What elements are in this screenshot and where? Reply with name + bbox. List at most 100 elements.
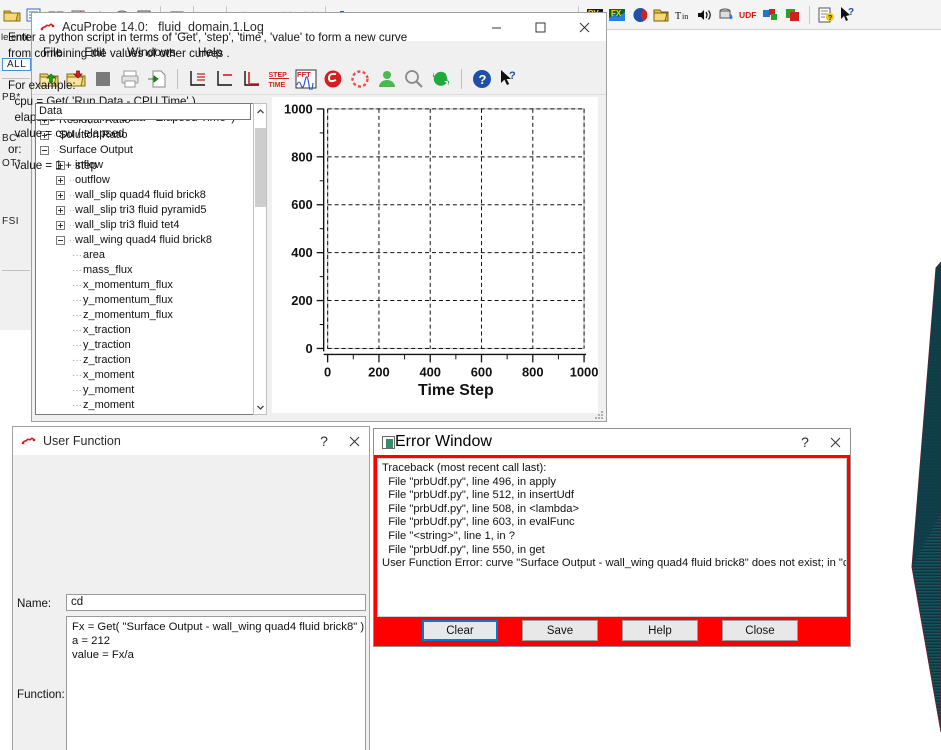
tree-leaf-connector-icon: ··· (72, 295, 82, 306)
tree-item[interactable]: ··· z_moment (36, 398, 266, 413)
tree-expand-icon[interactable] (56, 206, 65, 215)
multi-icon[interactable] (761, 5, 781, 25)
tree-item[interactable]: ·· wall_slip tri3 fluid tet4 (36, 218, 266, 233)
svg-text:T: T (675, 11, 681, 22)
acuprobe-icon (21, 434, 36, 449)
svg-text:UDF: UDF (739, 10, 756, 20)
tree-leaf-connector-icon: ··· (72, 250, 82, 261)
tree-item[interactable]: ·· wall_slip tri3 fluid pyramid5 (36, 203, 266, 218)
fx-icon[interactable]: FX (607, 5, 627, 25)
tree-item-label: wall_wing quad4 fluid brick8 (75, 234, 212, 246)
error-window[interactable]: Error Window ? Traceback (most recent ca… (373, 428, 851, 647)
help-button[interactable]: Help (622, 620, 698, 641)
scroll-down-arrow-icon[interactable] (254, 400, 266, 414)
layers-icon[interactable] (783, 5, 803, 25)
name-label: Name: (17, 597, 52, 610)
tree-item-label: y_momentum_flux (83, 294, 173, 306)
svg-text:?: ? (848, 7, 854, 18)
wing-mesh-3d (911, 262, 941, 733)
tree-item[interactable]: ··· x_moment (36, 368, 266, 383)
svg-text:FX: FX (611, 9, 622, 18)
tree-leaf-connector-icon: ··· (72, 325, 82, 336)
acuprobe-minimize-button[interactable] (474, 13, 518, 41)
clear-button[interactable]: Clear (422, 620, 498, 641)
folder-open-icon[interactable] (651, 5, 671, 25)
tree-item-label: z_moment (83, 399, 135, 411)
help-icon[interactable]: ? (471, 68, 493, 90)
acuprobe-close-button[interactable] (562, 13, 606, 41)
tree-item-label: x_momentum_flux (83, 279, 173, 291)
function-input[interactable]: Fx = Get( "Surface Output - wall_wing qu… (66, 616, 366, 750)
tree-item-label: wall_slip quad4 fluid brick8 (75, 189, 206, 201)
tree-item-label: z_traction (83, 354, 131, 366)
user-function-title: User Function (43, 434, 121, 448)
tree-item-label: y_moment (83, 384, 135, 396)
speaker-icon[interactable] (695, 5, 715, 25)
x-tick-label: 1000 (570, 364, 598, 379)
tree-leaf-connector-icon: ··· (72, 310, 82, 321)
svg-text:in: in (682, 12, 688, 21)
error-window-buttons: Clear Save Help Close (374, 620, 850, 641)
tree-item[interactable]: ··· mass_flux (36, 263, 266, 278)
window-resize-grip[interactable] (592, 407, 604, 419)
tree-expand-icon[interactable] (56, 191, 65, 200)
error-traceback-text[interactable]: Traceback (most recent call last): File … (377, 458, 847, 617)
c-icon[interactable] (629, 5, 649, 25)
tree-expand-icon[interactable] (56, 221, 65, 230)
tree-leaf-connector-icon: ··· (72, 370, 82, 381)
tree-item[interactable]: ··· z_traction (36, 353, 266, 368)
tree-item[interactable]: ··· x_momentum_flux (36, 278, 266, 293)
tree-item-label: area (83, 249, 106, 261)
tree-expand-icon[interactable] (56, 176, 65, 185)
user-function-close-button[interactable] (339, 427, 369, 455)
tree-collapse-icon[interactable] (56, 236, 65, 245)
tree-item[interactable]: ·· wall_slip quad4 fluid brick8 (36, 188, 266, 203)
entity-filter-fsi[interactable]: FSI (2, 216, 19, 227)
tree-leaf-connector-icon: ··· (72, 385, 82, 396)
user-icon[interactable] (376, 68, 398, 90)
tree-item-label: wall_slip tri3 fluid pyramid5 (75, 204, 207, 216)
function-label: Function: (17, 688, 65, 701)
x-tick-label: 600 (471, 364, 493, 379)
zoom-icon[interactable] (403, 68, 425, 90)
help-doc-icon[interactable]: ? (816, 5, 836, 25)
user-function-titlebar[interactable]: User Function ? (13, 427, 369, 455)
y-tick-label: 0 (306, 341, 313, 356)
user-function-description: Enter a python script in terms of 'Get',… (8, 31, 407, 172)
tree-item[interactable]: ··· y_moment (36, 383, 266, 398)
y-tick-label: 600 (291, 197, 313, 212)
save-button[interactable]: Save (522, 620, 598, 641)
toolbar-separator (461, 68, 462, 89)
tree-item[interactable]: ··· area (36, 248, 266, 263)
drop-icon[interactable] (717, 5, 737, 25)
refresh-icon[interactable] (430, 68, 452, 90)
error-window-titlebar[interactable]: Error Window ? (374, 429, 850, 455)
svg-text:?: ? (479, 72, 487, 87)
error-help-button[interactable]: ? (790, 429, 820, 455)
name-input[interactable]: cd (66, 594, 366, 611)
udf-icon[interactable]: UDF (739, 5, 759, 25)
tree-item[interactable]: ··· y_traction (36, 338, 266, 353)
tree-leaf-connector-icon: ··· (72, 355, 82, 366)
user-function-help-button[interactable]: ? (309, 427, 339, 455)
tree-item[interactable]: ··· y_momentum_flux (36, 293, 266, 308)
error-window-icon (382, 435, 395, 449)
tree-item-label: x_moment (83, 369, 135, 381)
tree-leaf-connector-icon: ··· (72, 280, 82, 291)
close-button[interactable]: Close (722, 620, 798, 641)
help-arrow-icon[interactable]: ? (498, 68, 520, 90)
data-tree-header[interactable]: Data (35, 103, 251, 120)
tree-item[interactable]: ··· z_momentum_flux (36, 308, 266, 323)
error-close-button[interactable] (820, 429, 850, 455)
svg-text:?: ? (509, 70, 516, 82)
tree-item[interactable]: ·· outflow (36, 173, 266, 188)
x-axis-label: Time Step (418, 382, 494, 399)
tree-item-label: outflow (75, 174, 110, 186)
x-tick-label: 0 (324, 364, 331, 379)
tree-item[interactable]: ··· x_traction (36, 323, 266, 338)
open-folder-icon[interactable] (2, 5, 22, 25)
help-arrow-icon[interactable]: ? (838, 5, 858, 25)
tree-item-label: y_traction (83, 339, 131, 351)
acuprobe-maximize-button[interactable] (518, 13, 562, 41)
tree-item[interactable]: ·· wall_wing quad4 fluid brick8 (36, 233, 266, 248)
